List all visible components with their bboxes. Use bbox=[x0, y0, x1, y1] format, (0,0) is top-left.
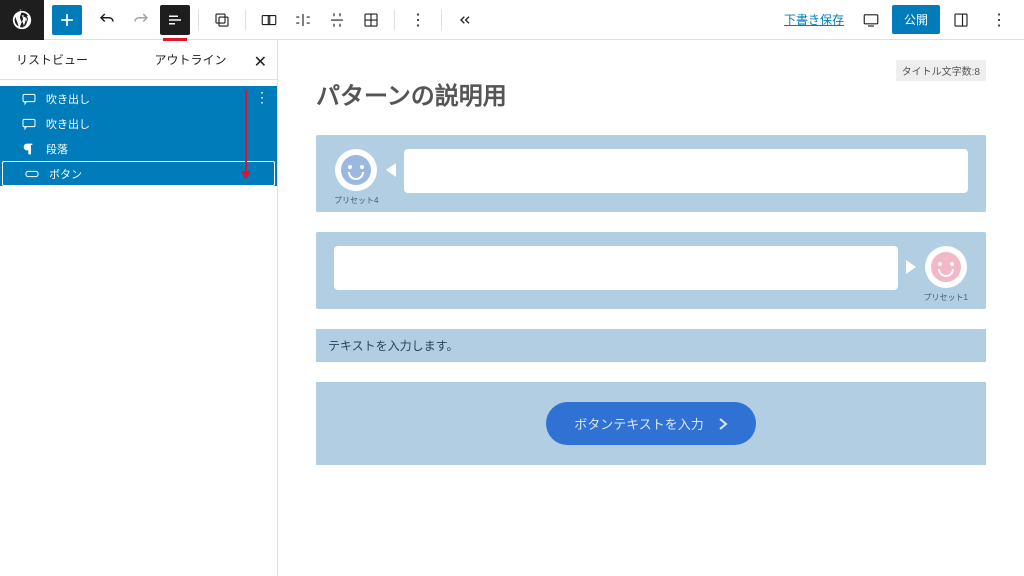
settings-panel-toggle[interactable] bbox=[946, 5, 976, 35]
avatar bbox=[925, 246, 967, 288]
redo-button[interactable] bbox=[126, 5, 156, 35]
avatar bbox=[335, 149, 377, 191]
speech-bubble[interactable] bbox=[334, 246, 898, 290]
avatar-column: プリセット1 bbox=[924, 246, 968, 303]
button-label: ボタンテキストを入力 bbox=[574, 414, 704, 433]
avatar-face-icon bbox=[341, 155, 371, 185]
paragraph-icon bbox=[20, 140, 38, 158]
bubble-tail-icon bbox=[906, 260, 916, 274]
button-icon bbox=[23, 165, 41, 183]
block-list-sidebar: リストビュー アウトライン ✕ ⋮ 吹き出し 吹き出し 段落 bbox=[0, 40, 278, 576]
save-draft-link[interactable]: 下書き保存 bbox=[778, 11, 850, 28]
add-block-button[interactable] bbox=[52, 5, 82, 35]
avatar-column: プリセット4 bbox=[334, 149, 378, 206]
editor-canvas: タイトル文字数:8 パターンの説明用 プリセット4 プリセット1 テキストを入力… bbox=[278, 40, 1024, 576]
list-item-paragraph[interactable]: 段落 bbox=[0, 136, 277, 161]
preview-button[interactable] bbox=[856, 5, 886, 35]
layout-grid-icon[interactable] bbox=[356, 5, 386, 35]
avatar-label: プリセット4 bbox=[334, 195, 378, 206]
page-title[interactable]: パターンの説明用 bbox=[316, 76, 986, 111]
button-block-container[interactable]: ボタンテキストを入力 bbox=[316, 382, 986, 465]
speech-block-left[interactable]: プリセット4 bbox=[316, 135, 986, 212]
collapse-toolbar-icon[interactable] bbox=[450, 5, 480, 35]
layout-split-v-icon[interactable] bbox=[322, 5, 352, 35]
speech-block-right[interactable]: プリセット1 bbox=[316, 232, 986, 309]
list-item-label: 吹き出し bbox=[46, 116, 90, 132]
avatar-label: プリセット1 bbox=[924, 292, 968, 303]
cta-button[interactable]: ボタンテキストを入力 bbox=[546, 402, 756, 445]
copy-button[interactable] bbox=[207, 5, 237, 35]
list-item-label: 段落 bbox=[46, 141, 68, 157]
editor-layout: リストビュー アウトライン ✕ ⋮ 吹き出し 吹き出し 段落 bbox=[0, 40, 1024, 576]
list-item-label: 吹き出し bbox=[46, 91, 90, 107]
toolbar-divider bbox=[245, 10, 246, 30]
list-item-speech1[interactable]: 吹き出し bbox=[0, 86, 277, 111]
speech-bubble[interactable] bbox=[404, 149, 968, 193]
avatar-face-icon bbox=[931, 252, 961, 282]
publish-button[interactable]: 公開 bbox=[892, 5, 940, 34]
list-view-toggle[interactable] bbox=[160, 5, 190, 35]
layout-split-h-icon[interactable] bbox=[288, 5, 318, 35]
more-options-icon[interactable]: ⋮ bbox=[255, 89, 269, 106]
speech-icon bbox=[20, 115, 38, 133]
title-char-count-badge: タイトル文字数:8 bbox=[896, 60, 986, 81]
editor-topbar: ⋮ 下書き保存 公開 ⋮ bbox=[0, 0, 1024, 40]
undo-button[interactable] bbox=[92, 5, 122, 35]
more-options-icon[interactable]: ⋮ bbox=[403, 5, 433, 35]
chevron-right-icon bbox=[718, 417, 728, 431]
block-list-panel: ⋮ 吹き出し 吹き出し 段落 ボタン bbox=[0, 86, 277, 186]
bubble-tail-icon bbox=[386, 163, 396, 177]
tab-list-view[interactable]: リストビュー bbox=[0, 40, 139, 80]
more-menu-icon[interactable]: ⋮ bbox=[984, 5, 1014, 35]
sidebar-tabs: リストビュー アウトライン ✕ bbox=[0, 40, 277, 80]
layout-overlap-icon[interactable] bbox=[254, 5, 284, 35]
toolbar-divider bbox=[394, 10, 395, 30]
speech-icon bbox=[20, 90, 38, 108]
paragraph-block[interactable]: テキストを入力します。 bbox=[316, 329, 986, 362]
topbar-left-tools: ⋮ bbox=[0, 0, 482, 40]
list-item-speech2[interactable]: 吹き出し bbox=[0, 111, 277, 136]
block-list-container: ⋮ 吹き出し 吹き出し 段落 ボタン bbox=[0, 80, 277, 576]
list-item-button[interactable]: ボタン bbox=[2, 161, 275, 186]
close-icon[interactable]: ✕ bbox=[254, 52, 267, 72]
wordpress-logo[interactable] bbox=[0, 0, 44, 40]
toolbar-divider bbox=[441, 10, 442, 30]
topbar-right-actions: 下書き保存 公開 ⋮ bbox=[778, 5, 1024, 35]
toolbar-divider bbox=[198, 10, 199, 30]
list-item-label: ボタン bbox=[49, 166, 82, 182]
drag-arrow-indicator bbox=[245, 90, 247, 178]
